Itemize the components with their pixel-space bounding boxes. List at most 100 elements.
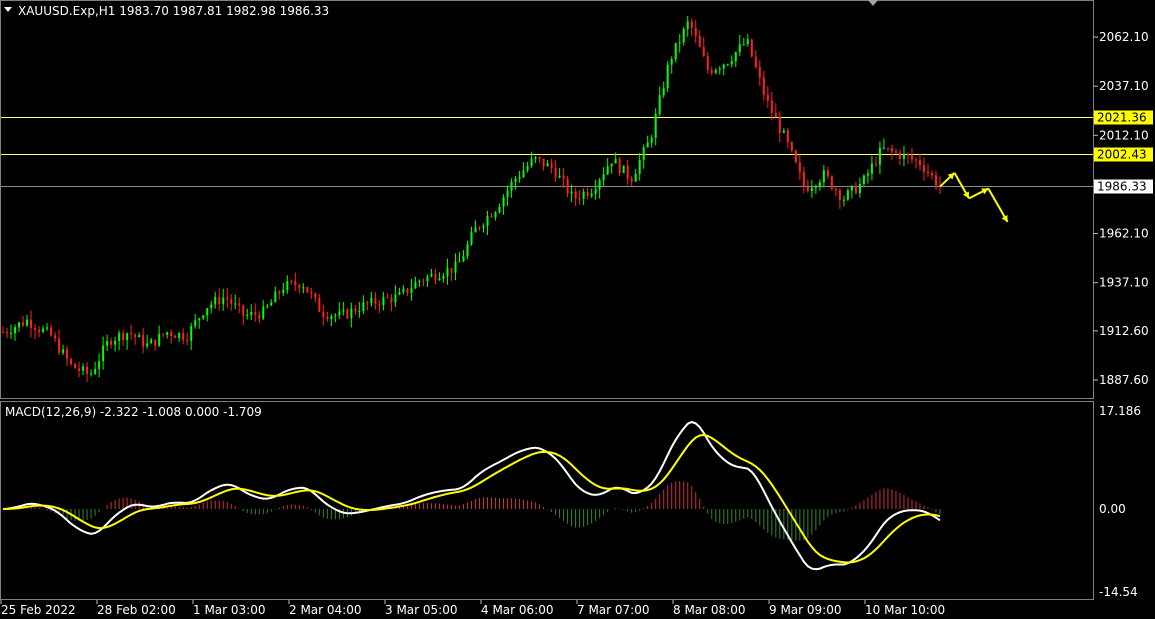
candle-body: [178, 333, 181, 338]
candle-body: [386, 296, 389, 298]
macd-header: MACD(12,26,9) -2.322 -1.008 0.000 -1.709: [5, 405, 262, 419]
price-label: 1937.10: [1099, 276, 1149, 290]
candle-body: [506, 190, 509, 198]
candle-body: [818, 182, 821, 187]
candle-body: [242, 305, 245, 316]
candle-body: [222, 297, 225, 305]
candle-body: [410, 288, 413, 293]
candle-body: [730, 61, 733, 65]
candle-body: [934, 175, 937, 186]
candle-body: [626, 165, 629, 179]
candle-body: [678, 42, 681, 44]
candle-body: [278, 291, 281, 294]
candle-body: [494, 212, 497, 218]
time-label: 10 Mar 10:00: [865, 603, 945, 617]
candle-body: [922, 165, 925, 172]
candle-body: [550, 163, 553, 168]
candle-body: [602, 174, 605, 181]
candle-body: [798, 162, 801, 172]
candle-body: [434, 273, 437, 280]
time-axis: 25 Feb 2022 28 Feb 02:00 1 Mar 03:00 2 Mar …: [0, 600, 945, 617]
candle-body: [66, 349, 69, 359]
chart-window[interactable]: 2062.10 2037.10 2012.10 1962.10 1937.10 1912.…: [0, 0, 1155, 619]
candle-body: [234, 303, 237, 305]
candle-body: [162, 333, 165, 335]
candle-body: [646, 142, 649, 148]
candle-body: [594, 189, 597, 194]
level-price-tags: 2021.36 2002.43 1986.33: [1094, 110, 1153, 194]
candle-body: [274, 291, 277, 303]
candle-body: [22, 322, 25, 326]
candle-body: [802, 171, 805, 187]
candle-body: [70, 358, 73, 364]
candle-body: [258, 314, 261, 319]
candle-body: [522, 170, 525, 177]
candle-body: [870, 163, 873, 174]
candle-body: [738, 44, 741, 53]
candle-body: [118, 333, 121, 341]
candle-body: [374, 297, 377, 304]
candle-body: [38, 329, 41, 332]
time-label: 3 Mar 05:00: [385, 603, 458, 617]
candle-body: [658, 95, 661, 115]
candle-body: [534, 157, 537, 159]
candle-body: [510, 181, 513, 191]
candle-body: [514, 178, 517, 182]
candle-body: [430, 273, 433, 277]
candle-body: [574, 191, 577, 199]
candle-body: [762, 77, 765, 95]
candle-body: [190, 326, 193, 341]
candle-body: [706, 55, 709, 70]
candle-body: [606, 166, 609, 175]
candle-body: [722, 64, 725, 69]
candle-body: [930, 173, 933, 176]
candle-body: [918, 160, 921, 166]
candle-body: [910, 155, 913, 160]
time-label: 28 Feb 02:00: [97, 603, 176, 617]
main-panel[interactable]: [0, 0, 1094, 399]
candle-body: [662, 88, 665, 96]
candle-body: [886, 147, 889, 149]
candle-body: [642, 147, 645, 161]
candle-body: [702, 46, 705, 56]
candle-body: [786, 130, 789, 143]
candle-body: [26, 319, 29, 326]
candle-body: [378, 303, 381, 306]
candle-body: [370, 297, 373, 304]
candle-body: [50, 327, 53, 336]
candle-body: [710, 69, 713, 73]
candle-body: [754, 56, 757, 67]
candle-body: [398, 292, 401, 295]
candle-body: [390, 297, 393, 303]
candle-body: [814, 186, 817, 188]
candle-body: [446, 268, 449, 277]
candle-body: [414, 281, 417, 289]
candle-body: [562, 175, 565, 179]
candle-body: [350, 308, 353, 319]
time-label: 7 Mar 07:00: [577, 603, 650, 617]
candle-body: [266, 305, 269, 307]
macd-label: 0.00: [1099, 502, 1126, 516]
candle-body: [674, 42, 677, 60]
candle-body: [114, 340, 117, 345]
level-tag-label: 2021.36: [1097, 111, 1147, 125]
candle-body: [166, 332, 169, 335]
candle-body: [290, 281, 293, 283]
candle-body: [366, 302, 369, 304]
candle-body: [830, 176, 833, 189]
candle-body: [766, 94, 769, 101]
candle-body: [318, 297, 321, 312]
candle-body: [650, 137, 653, 143]
candle-body: [778, 117, 781, 133]
candle-body: [538, 157, 541, 159]
candle-body: [846, 190, 849, 200]
candle-body: [578, 198, 581, 200]
macd-panel[interactable]: [0, 401, 1094, 600]
candle-body: [634, 173, 637, 182]
candle-body: [310, 292, 313, 294]
candle-body: [790, 142, 793, 151]
candle-body: [154, 339, 157, 346]
candle-body: [170, 332, 173, 337]
candle-body: [614, 158, 617, 164]
candle-body: [758, 66, 761, 78]
